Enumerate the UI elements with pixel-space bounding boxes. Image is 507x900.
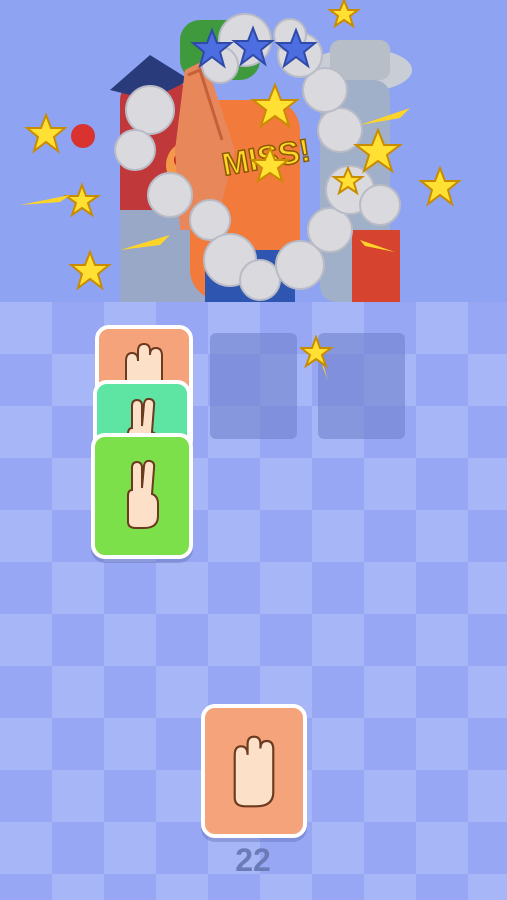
- battle-scene: MISS!: [0, 0, 507, 302]
- hand-card[interactable]: [201, 704, 307, 838]
- four-fingers-hand-icon: [233, 735, 275, 808]
- two-fingers-hand-icon: [127, 459, 159, 529]
- round-counter: 22: [235, 842, 271, 878]
- played-card-3: [91, 433, 193, 559]
- flying-star-icon: [300, 335, 334, 381]
- card-slot-2[interactable]: [210, 333, 297, 439]
